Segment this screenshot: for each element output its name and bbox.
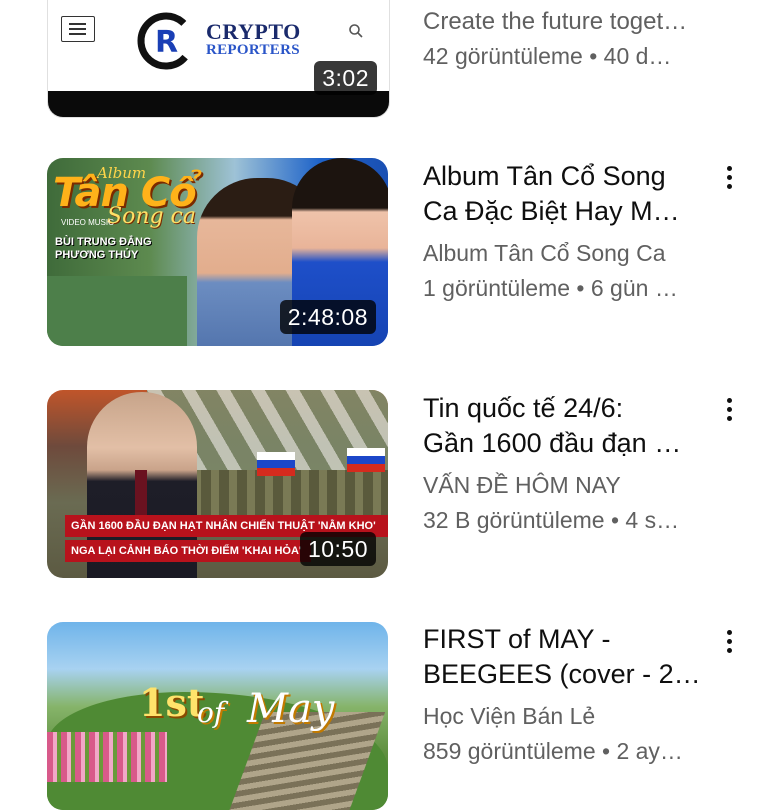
video-meta: 859 görüntüleme • 2 ay… [423,738,683,764]
video-channel[interactable]: Học Viện Bán Lẻ [423,699,703,734]
thumbnail-text-may: May [247,686,335,732]
flowers-image [47,732,167,782]
thumbnail-text-1st: 1st [139,680,205,725]
video-item[interactable]: 1st of May FIRST of MAY - BEEGEES (cover… [0,0,768,810]
thumbnail-text-of: of [197,696,225,729]
video-thumbnail[interactable]: 1st of May [47,622,388,810]
video-title-line2[interactable]: BEEGEES (cover - 2… [423,657,703,692]
more-vert-icon[interactable] [714,621,744,661]
video-title-line1[interactable]: FIRST of MAY - [423,622,703,657]
